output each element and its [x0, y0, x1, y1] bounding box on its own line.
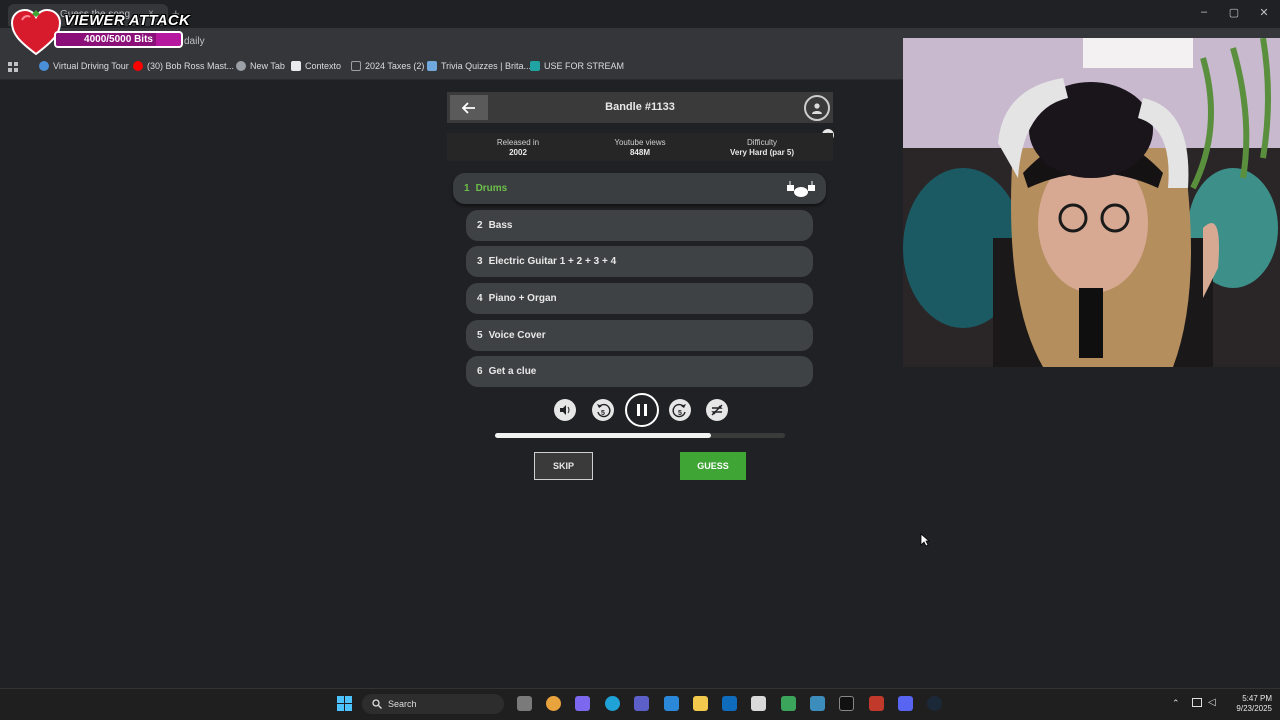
speaker-icon [560, 405, 570, 415]
office-icon[interactable] [781, 696, 796, 711]
pause-icon [637, 404, 647, 416]
bookmark-virtual-driving-tour[interactable]: Virtual Driving Tour [39, 61, 129, 71]
globe-icon [39, 61, 49, 71]
release-value: 2002 [509, 148, 527, 157]
clue-label: Voice Cover [488, 330, 546, 341]
forward-icon: 5 [672, 403, 686, 418]
teams-icon[interactable] [634, 696, 649, 711]
chevron-up-icon[interactable]: ⌃ [1172, 698, 1180, 709]
discord-icon[interactable] [898, 696, 913, 711]
clue-label: Piano + Organ [488, 293, 557, 304]
audio-progress-bar[interactable] [495, 433, 785, 438]
skip-button[interactable]: SKIP [534, 452, 593, 480]
audio-progress-fill [495, 433, 712, 438]
drum-kit-icon [787, 181, 815, 197]
steam-icon[interactable] [927, 696, 942, 711]
search-label: Search [388, 699, 417, 709]
edge-icon[interactable] [605, 696, 620, 711]
contexto-icon [291, 61, 301, 71]
views-label: Youtube views [614, 138, 666, 147]
apps-grid-icon[interactable] [8, 62, 19, 73]
guess-button[interactable]: GUESS [680, 452, 746, 480]
search-icon [372, 699, 382, 709]
address-text: daily [184, 36, 205, 47]
clue-label: Get a clue [488, 366, 537, 377]
bookmark-trivia[interactable]: Trivia Quizzes | Brita... [427, 61, 531, 71]
clue-item-piano[interactable]: 4 Piano + Organ [466, 283, 813, 314]
webcam-feed [903, 38, 1280, 367]
clue-item-bass[interactable]: 2 Bass [466, 210, 813, 241]
stream-icon [530, 61, 540, 71]
clue-number: 1 [464, 183, 470, 194]
tab-strip [0, 0, 1280, 28]
pause-button[interactable] [625, 393, 659, 427]
chrome-icon [236, 61, 246, 71]
rewind-icon: 5 [597, 403, 611, 418]
user-icon [812, 103, 822, 114]
file-explorer-icon[interactable] [693, 696, 708, 711]
close-window-button[interactable]: ✕ [1254, 6, 1274, 19]
youtube-icon [133, 61, 143, 71]
clue-item-drums[interactable]: 1 Drums [453, 173, 826, 204]
bits-progress-bar: 4000/5000 Bits [54, 31, 183, 48]
clock-time: 5:47 PM [1242, 694, 1272, 703]
clue-label: Electric Guitar 1 + 2 + 3 + 4 [488, 256, 617, 267]
minimize-button[interactable]: – [1194, 6, 1214, 18]
clue-label: Drums [475, 183, 508, 194]
forward-5-button[interactable]: 5 [669, 399, 691, 421]
windows-start-icon[interactable] [337, 696, 353, 712]
clue-item-voice[interactable]: 5 Voice Cover [466, 320, 813, 351]
difficulty-value: Very Hard (par 5) [729, 148, 795, 157]
clue-number: 4 [477, 293, 483, 304]
app-icon[interactable] [810, 696, 825, 711]
profile-button[interactable] [804, 95, 830, 121]
bookmark-folder-taxes[interactable]: 2024 Taxes (2) [351, 61, 424, 71]
volume-icon[interactable]: ◁ [1208, 697, 1216, 708]
difficulty-label: Difficulty [746, 138, 778, 147]
repeat-off-icon [711, 404, 723, 416]
clue-number: 2 [477, 220, 483, 231]
bookmark-contexto[interactable]: Contexto [291, 61, 341, 71]
clue-number: 5 [477, 330, 483, 341]
page-title: Bandle #1133 [605, 101, 675, 113]
clock-date: 9/23/2025 [1236, 704, 1272, 713]
repeat-off-button[interactable] [706, 399, 728, 421]
views-value: 848M [629, 148, 650, 157]
bookmark-new-tab[interactable]: New Tab [236, 61, 285, 71]
copilot-icon[interactable] [575, 696, 590, 711]
network-icon[interactable] [1192, 698, 1202, 707]
system-clock[interactable]: 5:47 PM 9/23/2025 [1222, 694, 1272, 714]
mouse-cursor-icon [920, 533, 930, 547]
terminal-icon[interactable] [839, 696, 854, 711]
maximize-button[interactable]: ▢ [1224, 6, 1244, 19]
bookmark-bob-ross[interactable]: (30) Bob Ross Mast... [133, 61, 234, 71]
release-label: Released in [496, 138, 540, 147]
outlook-icon[interactable] [722, 696, 737, 711]
folder-icon [351, 61, 361, 71]
clue-number: 6 [477, 366, 483, 377]
viewer-attack-title: VIEWER ATTACK [64, 12, 191, 29]
photos-icon[interactable] [664, 696, 679, 711]
task-view-icon[interactable] [517, 696, 532, 711]
bookmark-use-for-stream[interactable]: USE FOR STREAM [530, 61, 624, 71]
clue-item-guitar[interactable]: 3 Electric Guitar 1 + 2 + 3 + 4 [466, 246, 813, 277]
chrome-icon[interactable] [546, 696, 561, 711]
arrow-left-icon [462, 101, 475, 114]
clue-label: Bass [488, 220, 513, 231]
bits-progress-text: 4000/5000 Bits [84, 34, 153, 45]
rewind-5-button[interactable]: 5 [592, 399, 614, 421]
back-button[interactable] [450, 95, 488, 120]
streamer-camera-image [903, 38, 1280, 367]
clue-number: 3 [477, 256, 483, 267]
taskbar-search[interactable]: Search [362, 694, 504, 714]
rewind-seconds: 5 [601, 410, 605, 417]
clue-item-get-clue[interactable]: 6 Get a clue [466, 356, 813, 387]
volume-button[interactable] [554, 399, 576, 421]
trivia-icon [427, 61, 437, 71]
game-app-icon[interactable] [869, 696, 884, 711]
forward-seconds: 5 [678, 410, 682, 417]
store-icon[interactable] [751, 696, 766, 711]
